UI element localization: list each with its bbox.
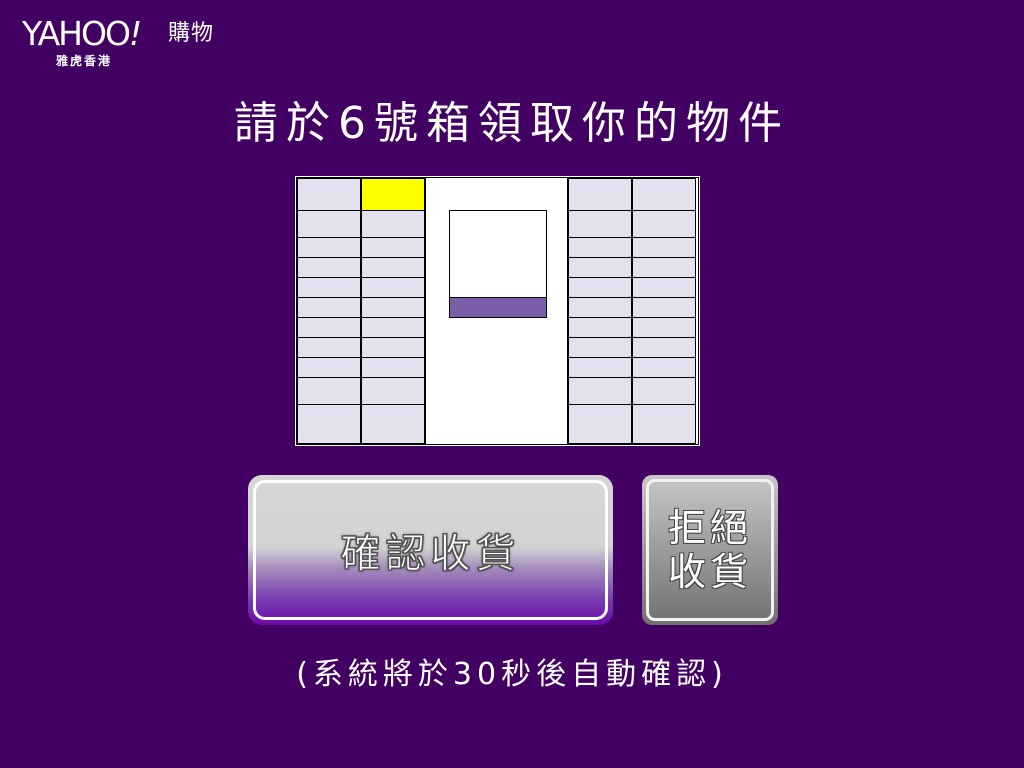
locker-box: [297, 404, 361, 444]
logo-brand: YAHOO!: [22, 14, 142, 53]
locker-box: [297, 377, 361, 405]
locker-box: [361, 377, 425, 405]
auto-confirm-note: (系統將於30秒後自動確認): [296, 657, 728, 692]
locker-box: [361, 277, 425, 298]
reject-label-line-1: 拒絕: [667, 506, 752, 550]
locker-box: [297, 178, 361, 211]
locker-box: [361, 357, 425, 378]
locker-box: [297, 337, 361, 358]
locker-box: [568, 210, 632, 238]
locker-box: [632, 257, 696, 278]
locker-box: [297, 257, 361, 278]
locker-box: [632, 337, 696, 358]
locker-box: [568, 297, 632, 318]
locker-box: [297, 317, 361, 338]
locker-box: [568, 357, 632, 378]
locker-box: [632, 404, 696, 444]
page-title: 請於6號箱領取你的物件: [234, 98, 790, 149]
locker-box: [632, 210, 696, 238]
locker-box: [568, 404, 632, 444]
locker-box: [297, 277, 361, 298]
kiosk-screen: YAHOO! 購物 雅虎香港 請於6號箱領取你的物件 確認收貨 拒絕 收貨 (系…: [0, 0, 1024, 768]
locker-box: [632, 178, 696, 211]
reject-receipt-label: 拒絕 收貨: [642, 475, 778, 625]
locker-box: [632, 237, 696, 258]
reject-receipt-button[interactable]: 拒絕 收貨: [642, 475, 778, 625]
locker-screen: [449, 210, 547, 318]
locker-box: [568, 178, 632, 211]
yahoo-shopping-logo: YAHOO! 購物 雅虎香港: [22, 14, 232, 74]
locker-box: [568, 257, 632, 278]
locker-box: [632, 377, 696, 405]
locker-box: [632, 317, 696, 338]
reject-label-line-2: 收貨: [667, 550, 752, 594]
locker-box: [632, 277, 696, 298]
locker-box: [297, 297, 361, 318]
locker-box: [297, 357, 361, 378]
locker-box: [568, 317, 632, 338]
locker-box: [568, 377, 632, 405]
locker-box: [361, 210, 425, 238]
locker-box: [568, 237, 632, 258]
locker-box: [297, 237, 361, 258]
locker-box: [361, 404, 425, 444]
logo-service-text: 購物: [168, 21, 215, 46]
locker-box: [297, 210, 361, 238]
locker-box: [361, 337, 425, 358]
locker-box: [568, 277, 632, 298]
locker-box: [361, 317, 425, 338]
locker-screen-bar: [450, 297, 546, 317]
confirm-receipt-label: 確認收貨: [340, 531, 521, 578]
locker-box: [361, 257, 425, 278]
locker-box-target-highlight: [361, 178, 425, 211]
locker-box: [632, 357, 696, 378]
confirm-receipt-button[interactable]: 確認收貨: [248, 475, 613, 625]
locker-box: [361, 297, 425, 318]
locker-diagram: [295, 176, 700, 446]
locker-box: [361, 237, 425, 258]
locker-box: [568, 337, 632, 358]
locker-box: [632, 297, 696, 318]
logo-region-text: 雅虎香港: [56, 54, 113, 68]
